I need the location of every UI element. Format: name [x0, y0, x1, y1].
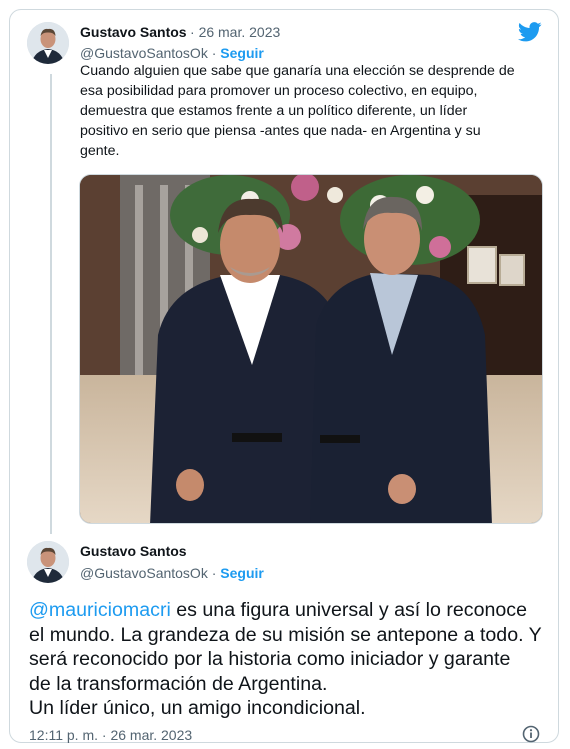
date-text[interactable]: 26 mar. 2023: [199, 24, 281, 40]
tweet-text-line: Un líder único, un amigo incondicional.: [29, 697, 366, 719]
tweet-text: Cuando alguien que sabe que ganaría una …: [80, 61, 546, 161]
twitter-bird-icon[interactable]: [518, 22, 542, 42]
tweet-text-line: esa posibilidad para promover un proceso…: [80, 83, 478, 99]
mention-link[interactable]: @mauriciomacri: [29, 599, 171, 621]
tweet-text-line: será reconocido por la historia como ini…: [29, 648, 511, 670]
tweet-date[interactable]: · 26 mar. 2023: [190, 24, 280, 40]
tweet-text-line: demuestra que estamos frente a un políti…: [80, 103, 468, 119]
tweet-text-line: gente.: [80, 143, 120, 159]
avatar[interactable]: [27, 541, 69, 583]
photo-image: [80, 175, 542, 523]
author-handle[interactable]: @GustavoSantosOk: [80, 565, 208, 581]
thread-connector-line: [50, 74, 52, 534]
date-separator: ·: [190, 24, 195, 40]
tweet-text-line: es una figura universal y así lo reconoc…: [170, 599, 527, 621]
tweet-text-line: de la transformación de Argentina.: [29, 672, 328, 695]
follow-button[interactable]: Seguir: [220, 565, 264, 581]
author-handle[interactable]: @GustavoSantosOk: [80, 45, 208, 61]
author-handle-row: @GustavoSantosOk · Seguir: [80, 45, 264, 61]
avatar[interactable]: [27, 22, 69, 64]
handle-separator: ·: [211, 565, 217, 581]
tweet-photo[interactable]: [79, 174, 543, 524]
tweet-text-line: el mundo. La grandeza de su misión se an…: [29, 623, 542, 646]
tweet-text: @mauriciomacri es una figura universal y…: [29, 598, 549, 721]
author-name[interactable]: Gustavo Santos: [80, 543, 187, 559]
tweet-text-line: Cuando alguien que sabe que ganaría una …: [80, 63, 515, 79]
tweet-timestamp[interactable]: 12:11 p. m. · 26 mar. 2023: [29, 727, 192, 743]
handle-separator: ·: [211, 45, 217, 61]
author-handle-row: @GustavoSantosOk · Seguir: [80, 565, 264, 581]
author-name[interactable]: Gustavo Santos: [80, 24, 187, 40]
info-icon[interactable]: [522, 725, 540, 743]
tweet-text-line: positivo en serio que piensa -antes que …: [80, 123, 481, 139]
follow-button[interactable]: Seguir: [220, 45, 264, 61]
